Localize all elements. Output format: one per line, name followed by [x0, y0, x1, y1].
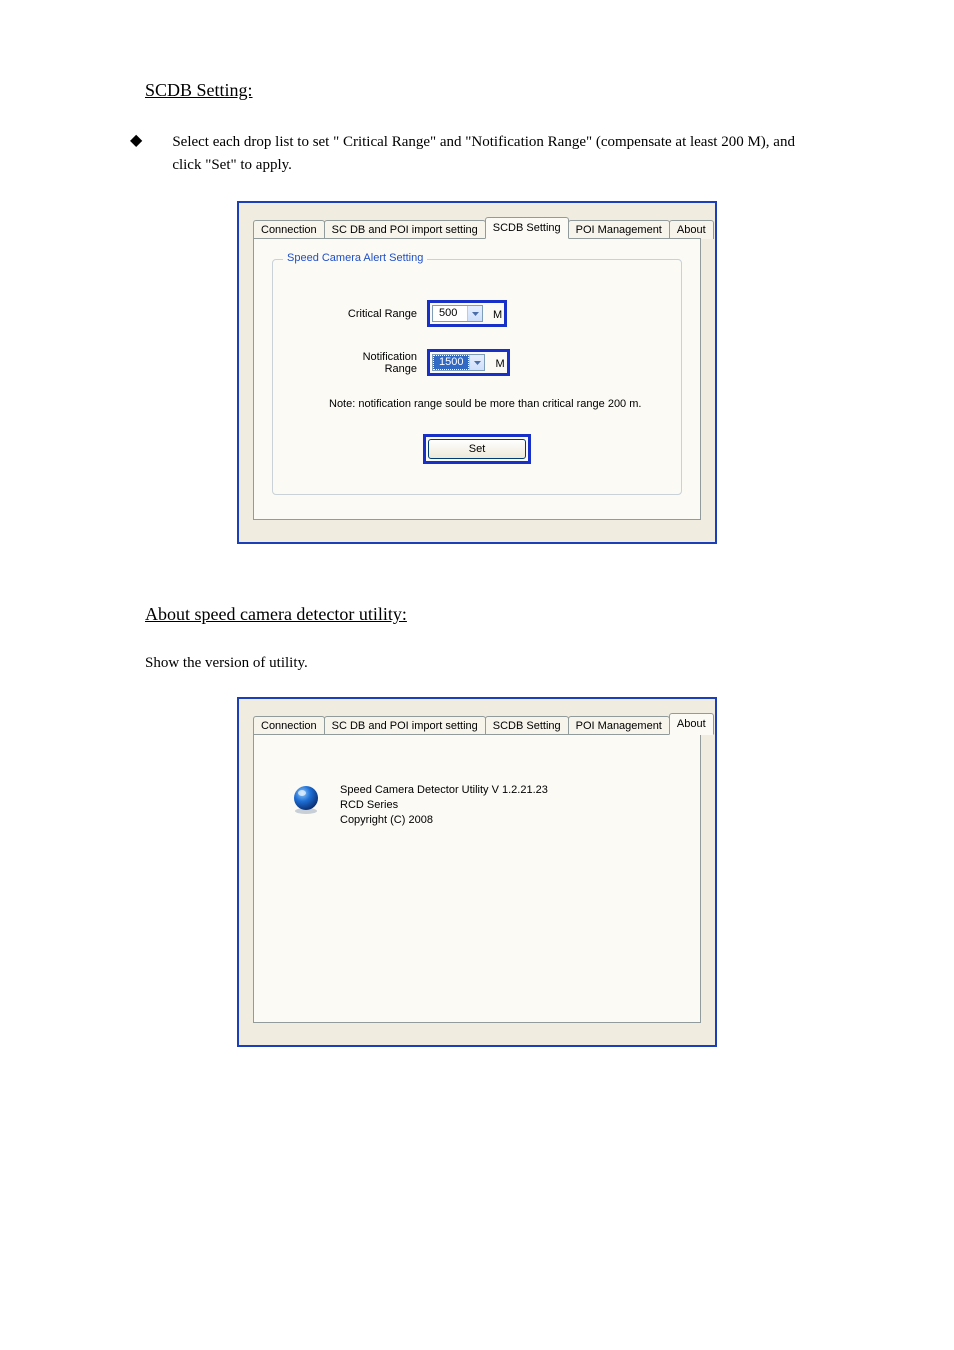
tab-import-setting[interactable]: SC DB and POI import setting: [324, 220, 486, 239]
bullet-scdb: ◆ Select each drop list to set " Critica…: [130, 131, 824, 176]
screenshot-about: Connection SC DB and POI import setting …: [237, 697, 717, 1047]
highlight-set-button: Set: [423, 434, 531, 464]
tab-import-setting[interactable]: SC DB and POI import setting: [324, 716, 486, 735]
diamond-bullet-icon: ◆: [130, 131, 142, 150]
app-icon: [290, 783, 322, 815]
tab-scdb-setting[interactable]: SCDB Setting: [485, 217, 569, 239]
highlight-notification-range: 1500 M: [427, 349, 510, 376]
tab-bar: Connection SC DB and POI import setting …: [253, 217, 701, 239]
tab-connection[interactable]: Connection: [253, 716, 325, 735]
tab-bar-about: Connection SC DB and POI import setting …: [253, 713, 701, 735]
critical-range-value: 500: [433, 306, 467, 321]
chevron-down-icon: [469, 355, 484, 370]
scdb-setting-panel: Speed Camera Alert Setting Critical Rang…: [253, 238, 701, 520]
screenshot-scdb-setting: Connection SC DB and POI import setting …: [237, 201, 717, 544]
about-line-copyright: Copyright (C) 2008: [340, 813, 548, 828]
fieldset-legend: Speed Camera Alert Setting: [283, 252, 427, 264]
tab-about[interactable]: About: [669, 220, 714, 239]
range-note: Note: notification range sould be more t…: [329, 398, 655, 410]
notification-range-row: Notification Range 1500 M: [329, 349, 655, 376]
notification-range-unit: M: [495, 356, 504, 370]
notification-range-label: Notification Range: [329, 351, 427, 375]
notification-range-select[interactable]: 1500: [432, 354, 485, 371]
tab-about[interactable]: About: [669, 713, 714, 735]
section-title-scdb: SCDB Setting:: [145, 80, 824, 101]
tab-poi-management[interactable]: POI Management: [568, 716, 670, 735]
speed-camera-alert-fieldset: Speed Camera Alert Setting Critical Rang…: [272, 259, 682, 495]
bullet-text: Select each drop list to set " Critical …: [172, 131, 824, 176]
about-panel: Speed Camera Detector Utility V 1.2.21.2…: [253, 734, 701, 1023]
critical-range-select[interactable]: 500: [432, 305, 483, 322]
section-title-about: About speed camera detector utility:: [145, 604, 824, 625]
chevron-down-icon: [467, 306, 482, 321]
set-button[interactable]: Set: [428, 439, 526, 459]
critical-range-row: Critical Range 500 M: [329, 300, 655, 327]
tab-scdb-setting[interactable]: SCDB Setting: [485, 716, 569, 735]
about-sentence: Show the version of utility.: [145, 655, 824, 672]
tab-connection[interactable]: Connection: [253, 220, 325, 239]
critical-range-label: Critical Range: [329, 308, 427, 320]
about-line-series: RCD Series: [340, 798, 548, 813]
highlight-critical-range: 500 M: [427, 300, 507, 327]
tab-poi-management[interactable]: POI Management: [568, 220, 670, 239]
notification-range-value: 1500: [433, 355, 469, 370]
about-text-block: Speed Camera Detector Utility V 1.2.21.2…: [340, 783, 548, 828]
critical-range-unit: M: [493, 307, 502, 321]
about-line-version: Speed Camera Detector Utility V 1.2.21.2…: [340, 783, 548, 798]
